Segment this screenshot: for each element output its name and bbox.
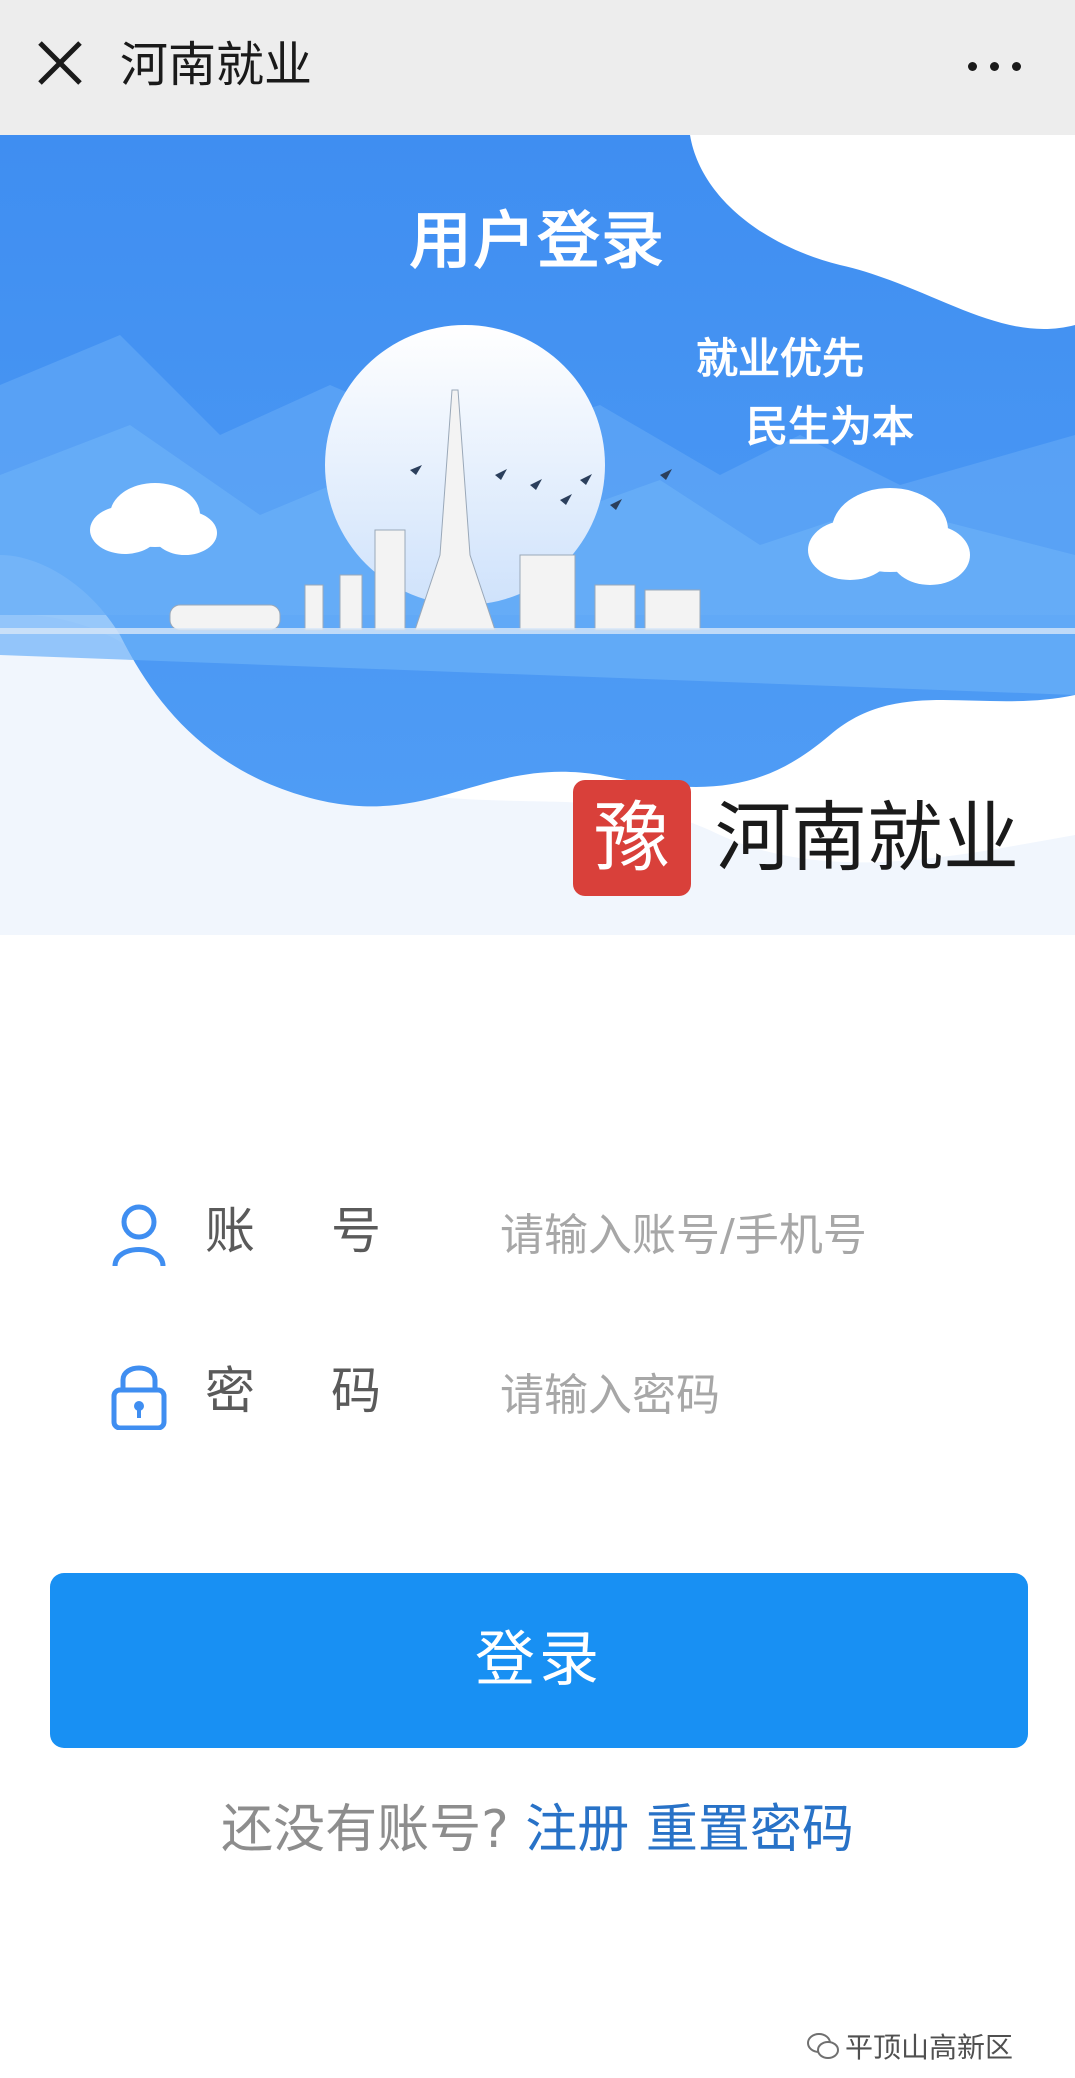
- banner-slogan-line1: 就业优先: [696, 334, 865, 383]
- login-button[interactable]: 登录: [50, 1573, 1028, 1748]
- user-icon: [112, 1204, 166, 1267]
- page-title: 河南就业: [120, 37, 313, 93]
- wechat-icon: [807, 2033, 839, 2059]
- banner-slogan-line2: 民生为本: [746, 402, 915, 451]
- close-button[interactable]: [35, 38, 85, 88]
- more-button[interactable]: [960, 45, 1030, 85]
- more-icon-dot: [968, 62, 977, 71]
- more-icon-dot: [990, 62, 999, 71]
- brand-seal-logo: 豫: [573, 780, 691, 896]
- more-icon-dot: [1012, 62, 1021, 71]
- account-label: 账号: [205, 1202, 457, 1260]
- footer-links: 还没有账号? 注册 重置密码: [0, 1795, 1075, 1865]
- account-row: 账号: [110, 1190, 990, 1280]
- account-input[interactable]: [500, 1204, 990, 1266]
- lock-icon: [111, 1365, 167, 1430]
- password-input[interactable]: [500, 1364, 990, 1426]
- reset-password-link[interactable]: 重置密码: [646, 1800, 854, 1860]
- password-row: 密码: [110, 1350, 990, 1440]
- no-account-text: 还没有账号?: [221, 1800, 509, 1860]
- password-label: 密码: [205, 1362, 457, 1420]
- close-icon: [38, 41, 82, 85]
- register-link[interactable]: 注册: [525, 1800, 629, 1860]
- top-bar: 河南就业: [0, 0, 1075, 135]
- banner-title: 用户登录: [409, 204, 666, 277]
- brand-name: 河南就业: [715, 793, 1019, 882]
- watermark-text: 平顶山高新区: [845, 2031, 1014, 2064]
